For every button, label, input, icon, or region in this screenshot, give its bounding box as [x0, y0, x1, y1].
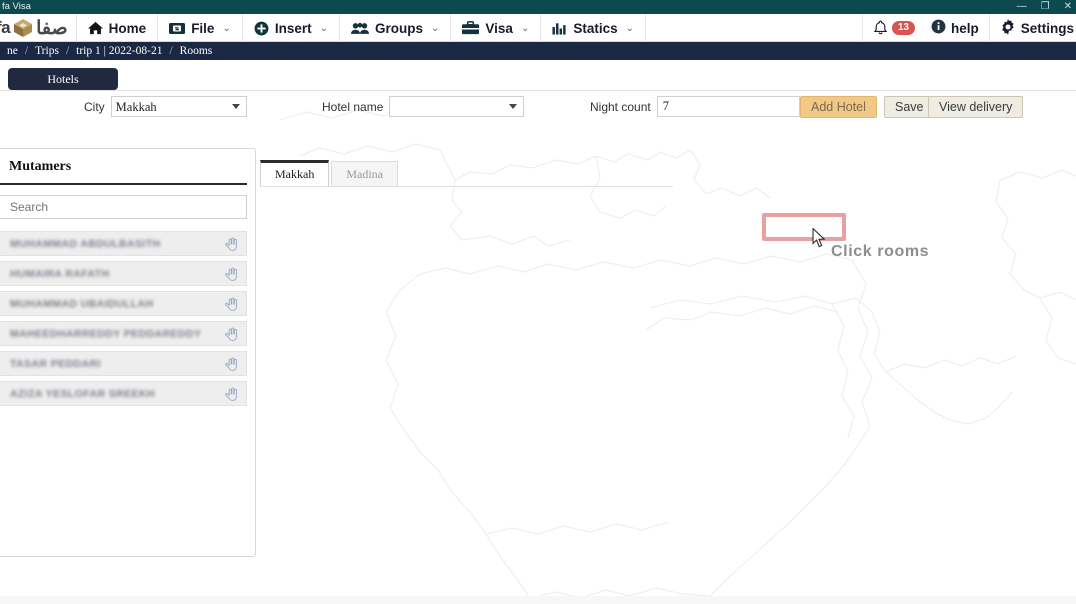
hand-pointer-icon[interactable] — [225, 236, 238, 251]
app-logo[interactable]: fa صفا — [0, 14, 77, 42]
menu-item-groups-label: Groups — [375, 20, 424, 36]
window-titlebar: fa Visa — ❐ ✕ — [0, 0, 1076, 14]
night-count-label: Night count — [590, 99, 651, 114]
maximize-icon[interactable]: ❐ — [1041, 0, 1050, 14]
menu-item-visa[interactable]: Visa ⌄ — [451, 14, 542, 42]
hotel-name-field-group: Hotel name — [322, 96, 525, 117]
save-button[interactable]: Save — [884, 96, 935, 118]
menu-item-file[interactable]: File ⌄ — [158, 14, 243, 42]
home-icon — [87, 21, 103, 35]
briefcase-icon — [462, 21, 480, 35]
people-icon — [351, 22, 369, 35]
chevron-down-icon: ⌄ — [625, 22, 634, 34]
hand-pointer-icon[interactable] — [225, 297, 238, 311]
chevron-down-icon: ⌄ — [222, 22, 231, 34]
page-body: Hotels City Makkah Hotel name Night coun… — [0, 60, 1076, 604]
list-item[interactable]: MAHEEDHARREDDY PEDDAREDDY — [0, 321, 247, 346]
settings-label: Settings — [1020, 20, 1074, 36]
annotation-text: Click rooms — [831, 243, 930, 260]
city-content-panel: Makkah Madina — [257, 148, 1076, 604]
customer-name: MAHEEDHARREDDY PEDDAREDDY — [10, 327, 202, 340]
window-title: fa Visa — [2, 1, 31, 12]
bell-icon[interactable] — [863, 20, 892, 36]
help-button[interactable]: help — [921, 14, 989, 42]
menu-item-groups[interactable]: Groups ⌄ — [340, 14, 452, 42]
mutamers-title: Mutamers — [0, 149, 247, 185]
menu-item-statics[interactable]: Statics ⌄ — [541, 14, 646, 42]
customer-name: MUHAMMAD UBAIDULLAH — [10, 297, 154, 310]
hotel-name-select-wrapper — [389, 96, 525, 117]
hotel-name-select[interactable] — [389, 96, 525, 117]
menu-item-file-label: File — [191, 20, 215, 36]
city-field-group: City Makkah — [84, 96, 247, 117]
city-label: City — [84, 99, 105, 114]
hotel-name-label: Hotel name — [322, 99, 384, 114]
close-icon[interactable]: ✕ — [1064, 0, 1072, 14]
list-item[interactable]: MUHAMMAD UBAIDULLAH — [0, 291, 247, 316]
brand-arabic-text: صفا — [36, 17, 69, 39]
window-controls: — ❐ ✕ — [1017, 0, 1072, 14]
rooms-highlight-box[interactable] — [762, 213, 846, 241]
menu-item-home[interactable]: Home — [77, 14, 159, 42]
customer-name: MUHAMMAD ABDULBASITH — [10, 237, 161, 250]
mutamers-panel: Mutamers MUHAMMAD ABDULBASITH HUMAIRA RA… — [0, 148, 256, 557]
search-input[interactable] — [0, 195, 247, 219]
menubar-spacer — [646, 14, 862, 41]
hand-pointer-icon[interactable] — [225, 327, 238, 341]
list-item[interactable]: AZIZA YESLOFAR SREEKH — [0, 381, 247, 406]
tab-underline — [260, 186, 673, 187]
hand-pointer-icon[interactable] — [225, 387, 238, 401]
menu-item-insert-label: Insert — [274, 20, 312, 36]
breadcrumb-item-trip[interactable]: trip 1 | 2022-08-21 — [69, 42, 169, 60]
list-item[interactable]: TASAR PEDDARI — [0, 351, 247, 376]
brand-latin-text: fa — [0, 18, 11, 37]
breadcrumb-item-rooms[interactable]: Rooms — [173, 42, 220, 60]
hand-pointer-icon[interactable] — [225, 357, 238, 371]
add-hotel-button[interactable]: Add Hotel — [800, 96, 877, 118]
settings-button[interactable]: Settings — [988, 14, 1076, 42]
filter-toolbar: City Makkah Hotel name Night count Add H… — [0, 91, 1076, 121]
customer-name: AZIZA YESLOFAR SREEKH — [10, 387, 155, 400]
folder-icon — [169, 22, 186, 35]
night-count-input[interactable] — [656, 96, 800, 117]
city-tabs: Makkah Madina — [260, 160, 400, 186]
hotels-tab-button[interactable]: Hotels — [8, 68, 118, 90]
city-select[interactable]: Makkah — [110, 96, 247, 117]
customer-name: HUMAIRA RAFATH — [10, 267, 110, 280]
view-delivery-button[interactable]: View delivery — [928, 96, 1024, 118]
menu-item-home-label: Home — [108, 20, 147, 36]
menu-item-insert[interactable]: Insert ⌄ — [243, 14, 340, 42]
gear-icon — [1000, 18, 1016, 38]
bottom-strip — [0, 596, 1076, 604]
cube-logo-icon — [12, 17, 34, 39]
mouse-pointer-icon — [812, 227, 826, 248]
chevron-down-icon: ⌄ — [520, 22, 530, 34]
list-item[interactable]: MUHAMMAD ABDULBASITH — [0, 231, 247, 256]
menu-item-statics-label: Statics — [573, 20, 618, 36]
breadcrumb-item-trips[interactable]: Trips — [28, 42, 66, 60]
breadcrumb-item-home[interactable]: ne — [0, 42, 25, 60]
customer-name: TASAR PEDDARI — [10, 357, 101, 370]
chevron-down-icon: ⌄ — [431, 22, 440, 34]
tab-madina[interactable]: Madina — [331, 161, 398, 186]
customer-list: MUHAMMAD ABDULBASITH HUMAIRA RAFATH MUHA… — [0, 231, 247, 406]
menu-item-visa-label: Visa — [485, 20, 513, 36]
plus-circle-icon — [254, 21, 269, 36]
minimize-icon[interactable]: — — [1017, 0, 1027, 14]
list-item[interactable]: HUMAIRA RAFATH — [0, 261, 247, 286]
hand-pointer-icon[interactable] — [225, 267, 238, 281]
notification-badge[interactable]: 13 — [891, 21, 915, 35]
breadcrumb: ne / Trips / trip 1 | 2022-08-21 / Rooms — [0, 42, 1076, 60]
menubar-right-group: 13 help Settings — [861, 14, 1076, 42]
bar-chart-icon — [552, 21, 567, 35]
chevron-down-icon: ⌄ — [319, 22, 328, 34]
tab-makkah[interactable]: Makkah — [260, 160, 330, 186]
city-select-wrapper: Makkah — [110, 96, 247, 117]
main-menubar: fa صفا Home File ⌄ Insert ⌄ — [0, 14, 1076, 42]
help-label: help — [950, 20, 979, 36]
night-count-field-group: Night count — [590, 96, 800, 117]
info-icon — [931, 19, 946, 37]
